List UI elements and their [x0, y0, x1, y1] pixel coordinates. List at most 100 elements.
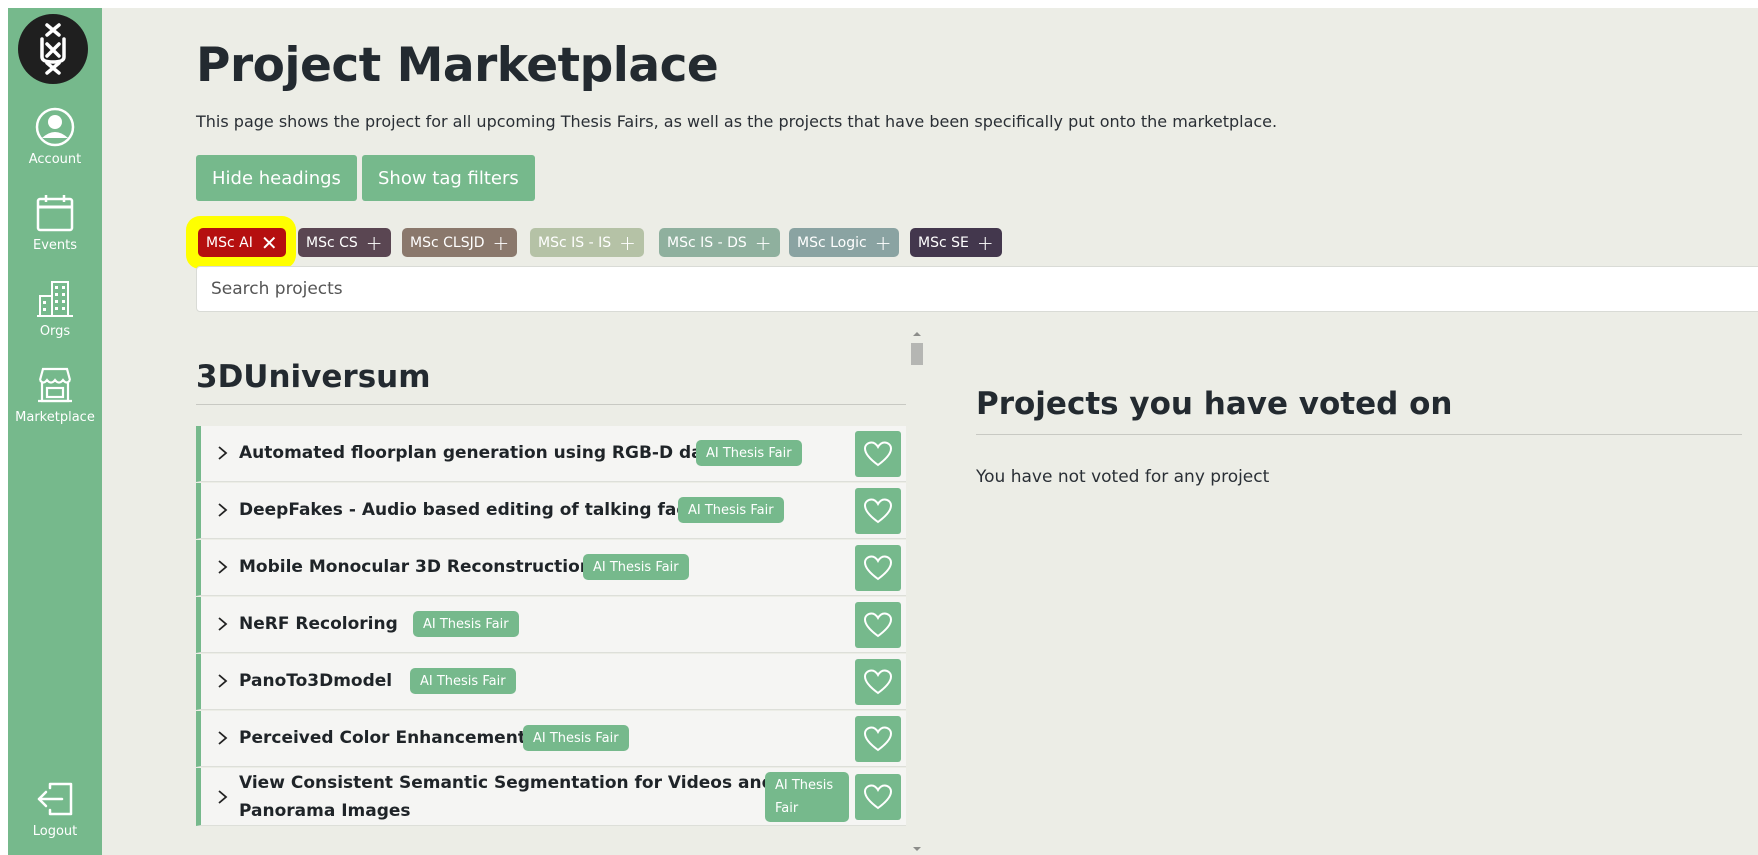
- project-row[interactable]: Perceived Color Enhancement AI Thesis Fa…: [196, 711, 906, 767]
- scroll-thumb[interactable]: [911, 343, 923, 365]
- heart-icon: [863, 726, 893, 752]
- project-title[interactable]: NeRF Recoloring: [239, 614, 398, 634]
- university-logo[interactable]: [18, 14, 88, 84]
- project-title[interactable]: Automated floorplan generation using RGB…: [239, 443, 722, 463]
- vote-button[interactable]: [855, 659, 901, 705]
- uva-crest-icon: [40, 23, 66, 75]
- tag-filter-msc-ai[interactable]: MSc AI ✕: [198, 228, 286, 257]
- heart-icon: [863, 612, 893, 638]
- sidebar-item-marketplace[interactable]: Marketplace: [8, 364, 102, 425]
- sidebar: Account Events Orgs Marketplace Logout: [8, 8, 102, 855]
- tag-filter-msc-is-is[interactable]: MSc IS - IS +: [530, 228, 644, 257]
- heart-icon: [863, 441, 893, 467]
- chevron-right-icon[interactable]: [215, 614, 229, 634]
- logout-icon: [37, 782, 73, 816]
- fair-badge: AI Thesis Fair: [410, 668, 516, 694]
- page-description: This page shows the project for all upco…: [196, 112, 1278, 131]
- building-icon: [37, 281, 73, 317]
- project-title-line-1[interactable]: View Consistent Semantic Segmentation fo…: [239, 773, 774, 793]
- sidebar-item-label: Account: [28, 152, 82, 167]
- project-row[interactable]: Mobile Monocular 3D Reconstruction AI Th…: [196, 540, 906, 596]
- plus-icon[interactable]: +: [875, 233, 892, 253]
- tag-label: MSc SE: [918, 234, 969, 251]
- scroll-down-arrow-icon[interactable]: [908, 843, 926, 855]
- tag-filter-msc-clsjd[interactable]: MSc CLSJD +: [402, 228, 518, 257]
- tag-label: MSc CLSJD: [410, 234, 485, 251]
- logout-label: Logout: [32, 824, 78, 839]
- chevron-right-icon[interactable]: [215, 557, 229, 577]
- search-input[interactable]: Search projects: [196, 266, 1758, 312]
- project-title[interactable]: Perceived Color Enhancement: [239, 728, 526, 748]
- app-window: Account Events Orgs Marketplace Logout P…: [8, 8, 1758, 855]
- show-tag-filters-button[interactable]: Show tag filters: [362, 155, 535, 201]
- vote-button[interactable]: [855, 774, 901, 820]
- voted-empty-message: You have not voted for any project: [976, 467, 1270, 487]
- fair-badge-line-2: Fair: [775, 801, 799, 816]
- project-row[interactable]: PanoTo3Dmodel AI Thesis Fair: [196, 654, 906, 710]
- fair-badge: AI Thesis Fair: [523, 725, 629, 751]
- page-title: Project Marketplace: [196, 38, 719, 93]
- sidebar-item-label: Events: [32, 238, 77, 253]
- tag-filter-msc-cs[interactable]: MSc CS +: [298, 228, 391, 257]
- hide-headings-button[interactable]: Hide headings: [196, 155, 357, 201]
- vote-button[interactable]: [855, 716, 901, 762]
- tag-label: MSc Logic: [797, 234, 867, 251]
- section-title: 3DUniversum: [196, 359, 431, 395]
- store-icon: [38, 367, 72, 403]
- plus-icon[interactable]: +: [977, 233, 994, 253]
- project-row[interactable]: View Consistent Semantic Segmentation fo…: [196, 768, 906, 826]
- tag-label: MSc AI: [206, 234, 253, 251]
- project-title[interactable]: DeepFakes - Audio based editing of talki…: [239, 500, 708, 520]
- plus-icon[interactable]: +: [619, 233, 636, 253]
- heart-icon: [863, 498, 893, 524]
- project-list-scrollbar[interactable]: [908, 326, 926, 855]
- tag-filter-msc-is-ds[interactable]: MSc IS - DS +: [659, 228, 780, 257]
- close-icon[interactable]: ✕: [261, 233, 278, 253]
- sidebar-item-label: Marketplace: [15, 410, 95, 425]
- tag-label: MSc IS - IS: [538, 234, 612, 251]
- section-divider: [196, 404, 906, 405]
- fair-badge: AI Thesis Fair: [678, 497, 784, 523]
- project-list: Automated floorplan generation using RGB…: [196, 426, 906, 855]
- project-row[interactable]: NeRF Recoloring AI Thesis Fair: [196, 597, 906, 653]
- sidebar-item-account[interactable]: Account: [8, 106, 102, 167]
- sidebar-item-orgs[interactable]: Orgs: [8, 278, 102, 339]
- sidebar-item-events[interactable]: Events: [8, 192, 102, 253]
- plus-icon[interactable]: +: [366, 233, 383, 253]
- plus-icon[interactable]: +: [755, 233, 772, 253]
- chevron-right-icon[interactable]: [215, 787, 229, 807]
- project-row[interactable]: Automated floorplan generation using RGB…: [196, 426, 906, 482]
- voted-divider: [976, 434, 1742, 435]
- heart-icon: [863, 784, 893, 810]
- vote-button[interactable]: [855, 431, 901, 477]
- voted-section-title: Projects you have voted on: [976, 386, 1453, 422]
- chevron-right-icon[interactable]: [215, 443, 229, 463]
- fair-badge: AI Thesis Fair: [583, 554, 689, 580]
- tag-label: MSc CS: [306, 234, 358, 251]
- vote-button[interactable]: [855, 545, 901, 591]
- chevron-right-icon[interactable]: [215, 728, 229, 748]
- project-row[interactable]: DeepFakes - Audio based editing of talki…: [196, 483, 906, 539]
- sidebar-item-label: Orgs: [39, 324, 71, 339]
- vote-button[interactable]: [855, 602, 901, 648]
- scroll-up-arrow-icon[interactable]: [908, 328, 926, 340]
- tag-filter-msc-se[interactable]: MSc SE +: [910, 228, 1002, 257]
- fair-badge: AI Thesis Fair: [413, 611, 519, 637]
- vote-button[interactable]: [855, 488, 901, 534]
- tag-filter-msc-logic[interactable]: MSc Logic +: [789, 228, 900, 257]
- fair-badge: AI Thesis Fair: [765, 772, 849, 822]
- project-title-line-2[interactable]: Panorama Images: [239, 801, 411, 821]
- account-icon: [35, 107, 75, 147]
- calendar-icon: [36, 195, 74, 232]
- heart-icon: [863, 669, 893, 695]
- fair-badge: AI Thesis Fair: [696, 440, 802, 466]
- tag-label: MSc IS - DS: [667, 234, 747, 251]
- project-title[interactable]: PanoTo3Dmodel: [239, 671, 392, 691]
- project-title[interactable]: Mobile Monocular 3D Reconstruction: [239, 557, 592, 577]
- plus-icon[interactable]: +: [492, 233, 509, 253]
- logout-button[interactable]: Logout: [8, 780, 102, 839]
- chevron-right-icon[interactable]: [215, 500, 229, 520]
- fair-badge-line-1: AI Thesis: [775, 778, 834, 793]
- heart-icon: [863, 555, 893, 581]
- chevron-right-icon[interactable]: [215, 671, 229, 691]
